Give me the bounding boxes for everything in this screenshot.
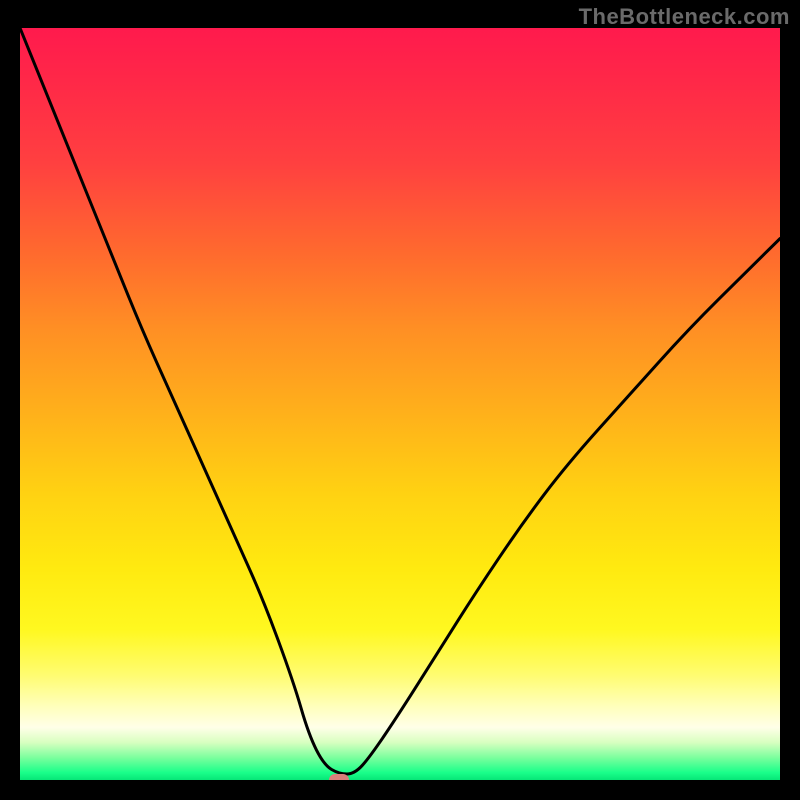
plot-area	[20, 28, 780, 780]
optimal-point-marker	[329, 774, 349, 780]
attribution-label: TheBottleneck.com	[579, 4, 790, 30]
bottleneck-curve	[20, 28, 780, 780]
chart-frame: TheBottleneck.com	[0, 0, 800, 800]
